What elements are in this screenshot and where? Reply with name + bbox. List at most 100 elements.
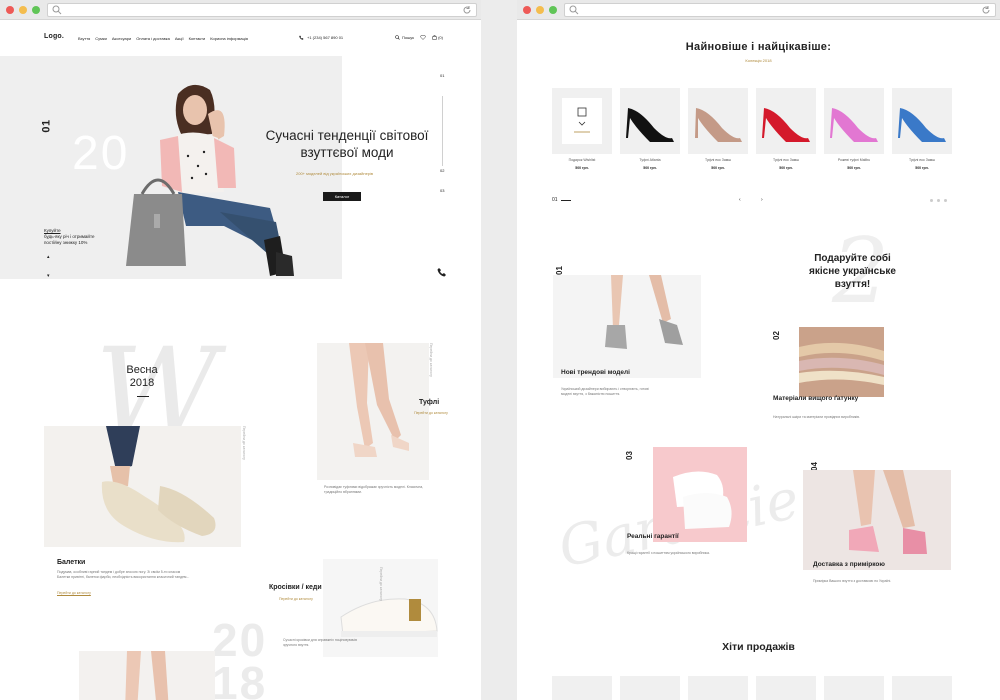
arrow-up-icon[interactable]: ▴ [47, 254, 50, 260]
hero-promo: Купуйте будь-яку річ і отримайте постійн… [44, 228, 96, 246]
product-price: 500 грн. [643, 166, 657, 170]
promo-link[interactable]: Купуйте [44, 228, 61, 233]
white-sneakers-picture [673, 471, 732, 529]
category-title[interactable]: Туфлі [419, 399, 439, 406]
product-price: 500 грн. [915, 166, 929, 170]
next-arrow-icon[interactable]: › [761, 197, 763, 203]
reload-icon[interactable] [981, 5, 991, 15]
site-logo[interactable]: Logo. [44, 33, 64, 40]
product-name[interactable]: Туфлі еко Замш [688, 158, 748, 162]
site-header: Logo. Взуття Сумки Аксесуари Оплата і до… [0, 33, 481, 47]
bag-icon [432, 35, 437, 40]
category-link[interactable]: Перейти до каталогу [279, 597, 313, 601]
browser-chrome [0, 0, 481, 20]
nav-item[interactable]: Сумки [95, 36, 107, 41]
product-card[interactable] [824, 676, 884, 700]
feature-image [803, 470, 951, 570]
category-link[interactable]: Перейти до каталогу [57, 591, 91, 595]
hero-model-image [126, 84, 294, 276]
vertical-caption: Перейти до каталогу [379, 567, 383, 601]
slider-num[interactable]: 03 [440, 189, 444, 193]
slider-num[interactable]: 01 [440, 74, 444, 78]
title-underline [137, 396, 149, 397]
slider-num[interactable]: 02 [440, 169, 444, 173]
nav-item[interactable]: Оплата і доставка [136, 36, 170, 41]
category-text: Сучасні кросівки для справжніх поціновув… [283, 638, 358, 647]
product-card[interactable] [688, 88, 748, 154]
phone-icon [299, 35, 304, 40]
category-link[interactable]: Перейти до каталогу [413, 411, 449, 415]
product-name[interactable]: Туфлі Atlanta [620, 158, 680, 162]
minimize-dot[interactable] [19, 6, 27, 14]
cart-count: (0) [438, 35, 443, 40]
hero-slide-number: 01 [40, 119, 53, 133]
cart-button[interactable]: (0) [432, 35, 443, 40]
product-card[interactable] [756, 88, 816, 154]
nav-item[interactable]: Контакти [189, 36, 206, 41]
maximize-dot[interactable] [549, 6, 557, 14]
pager-line [561, 200, 571, 201]
product-card[interactable] [620, 88, 680, 154]
close-dot[interactable] [523, 6, 531, 14]
heels-picture [605, 275, 683, 349]
carousel-dot[interactable] [930, 199, 933, 202]
address-bar[interactable] [47, 3, 477, 17]
category-title[interactable]: Балетки [57, 559, 85, 566]
nav-item[interactable]: Аксесуари [112, 36, 131, 41]
product-name[interactable]: Туфлі еко Замш [756, 158, 816, 162]
feature-image [553, 275, 701, 378]
ballet-flats-image[interactable] [44, 426, 241, 547]
carousel-dots [930, 199, 947, 202]
product-card[interactable] [756, 676, 816, 700]
product-card[interactable] [552, 88, 612, 154]
vertical-caption: Перейти до каталогу [429, 343, 433, 377]
slider-track [442, 96, 443, 166]
close-dot[interactable] [6, 6, 14, 14]
product-card[interactable] [688, 676, 748, 700]
gift-bag-icon [574, 107, 590, 133]
feature-number: 01 [554, 266, 564, 275]
shoe-picture [898, 108, 946, 142]
phone-icon[interactable] [437, 267, 447, 277]
carousel-dot[interactable] [944, 199, 947, 202]
carousel-dot[interactable] [937, 199, 940, 202]
nav-item[interactable]: Корисна інформація [210, 36, 248, 41]
product-card[interactable] [892, 88, 952, 154]
feature-image [799, 327, 884, 397]
gift-headline: Подаруйте собі якісне українське взуття! [809, 253, 896, 290]
product-card[interactable] [824, 88, 884, 154]
category-text: Розповідає туфлями відображає зручність … [324, 485, 424, 494]
heart-icon[interactable] [420, 35, 426, 40]
feature-image [653, 447, 747, 542]
product-name[interactable]: Подарок Wishlist [552, 158, 612, 162]
product-card[interactable] [552, 676, 612, 700]
search-button[interactable]: Пошук [395, 35, 414, 40]
product-card[interactable] [620, 676, 680, 700]
product-price: 500 грн. [575, 166, 589, 170]
section-title: Найновіше і найцікавіше: [685, 41, 832, 53]
maximize-dot[interactable] [32, 6, 40, 14]
pink-heels-picture [849, 470, 927, 554]
nav-item[interactable]: Взуття [78, 36, 90, 41]
search-icon [569, 5, 579, 15]
hero-subtitle: 200+ моделей від українських дизайнерів [296, 171, 374, 176]
feature-text: Український дизайнери вибирають і створю… [561, 387, 649, 396]
address-bar[interactable] [564, 3, 996, 17]
prev-arrow-icon[interactable]: ‹ [739, 197, 741, 203]
catalog-button[interactable]: Каталог [323, 192, 361, 201]
header-tools: Пошук (0) [395, 35, 443, 40]
product-card[interactable] [892, 676, 952, 700]
minimize-dot[interactable] [536, 6, 544, 14]
category-title[interactable]: Кросівки / кеди [269, 584, 322, 591]
section-title: Весна 2018 [126, 364, 158, 389]
reload-icon[interactable] [462, 5, 472, 15]
feature-title: Нові трендові моделі [561, 369, 630, 376]
nav-item[interactable]: Акції [175, 36, 184, 41]
product-name[interactable]: Туфлі еко Замш [892, 158, 952, 162]
product-price: 500 грн. [847, 166, 861, 170]
browser-window-right: Найновіше і найцікавіше: Колекція 2018 П… [517, 0, 1000, 700]
product-name[interactable]: Рожеві туфлі Malibu [824, 158, 884, 162]
bottom-image[interactable] [79, 651, 215, 700]
arrow-down-icon[interactable]: ▾ [47, 273, 50, 279]
phone-link[interactable]: +1 (234) 567 890 01 [299, 35, 343, 40]
